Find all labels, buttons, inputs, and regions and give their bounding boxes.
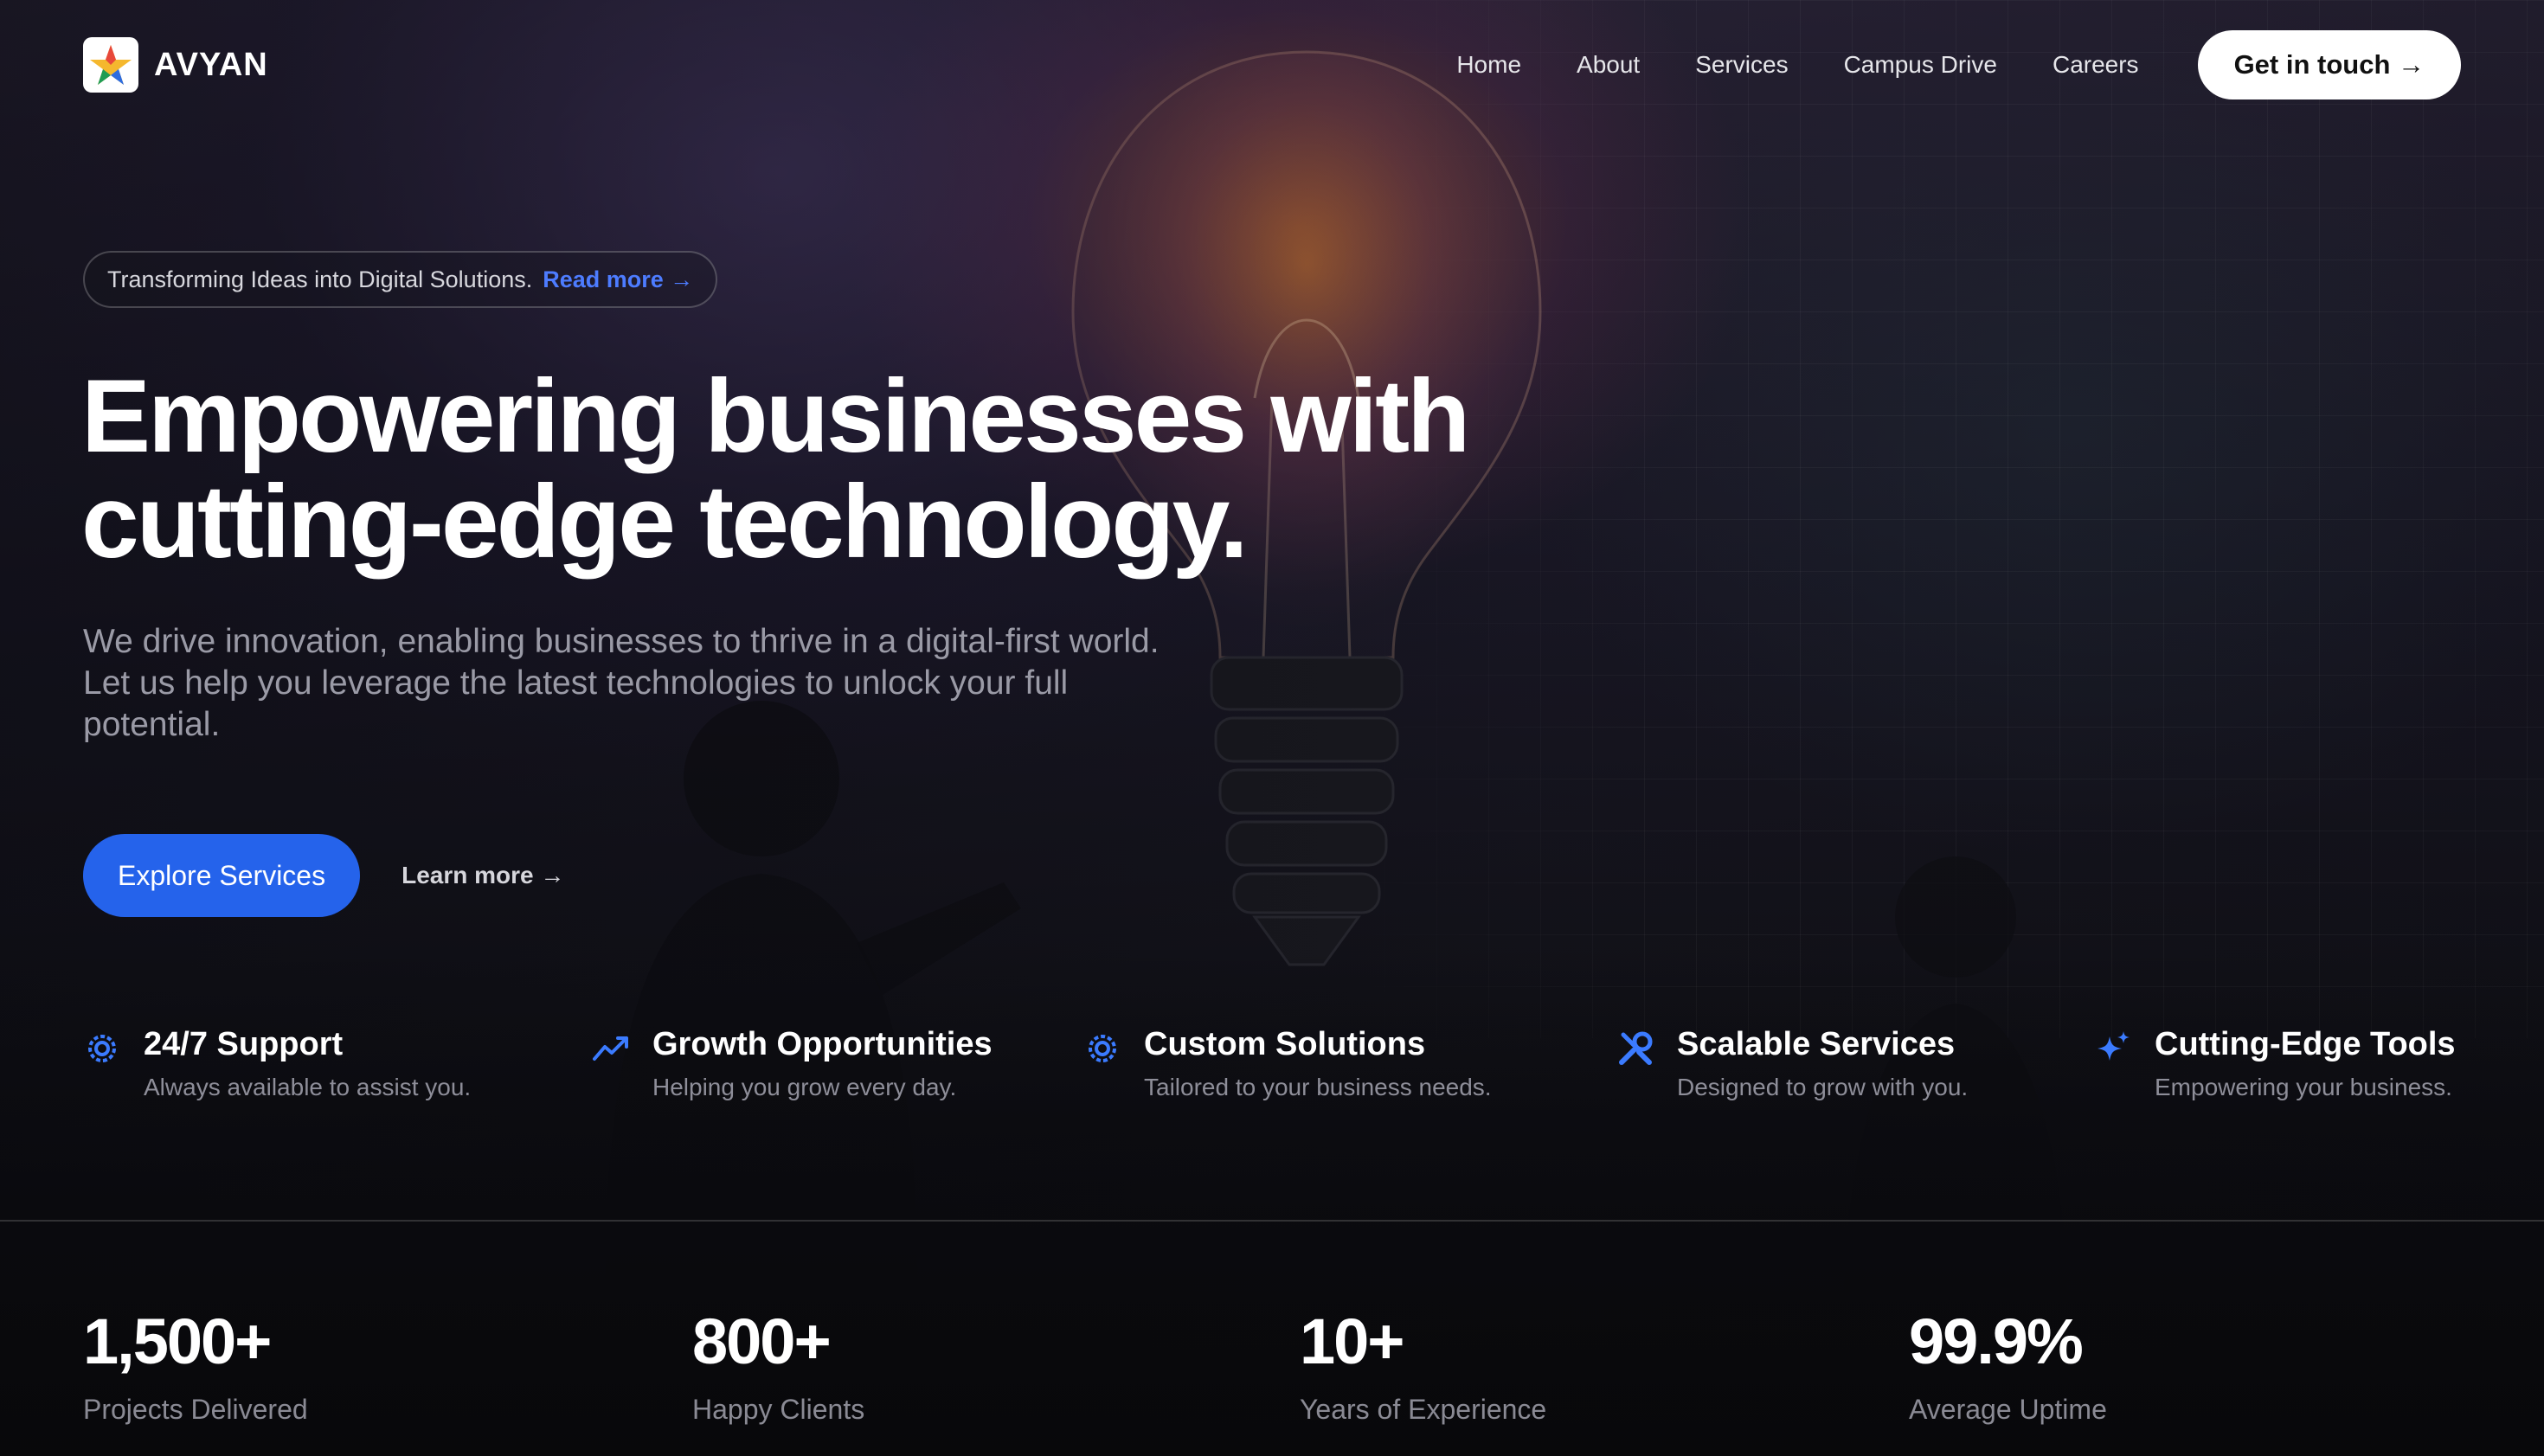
headline-line-1: Empowering businesses with xyxy=(81,358,1470,474)
explore-services-button[interactable]: Explore Services xyxy=(83,834,361,917)
feature-title: Custom Solutions xyxy=(1144,1026,1426,1062)
feature-desc: Tailored to your business needs. xyxy=(1144,1074,1492,1100)
brand[interactable]: AVYAN xyxy=(83,37,268,93)
feature-item: 24/7 Support Always available to assist … xyxy=(83,1026,471,1101)
site-header: AVYAN Home About Services Campus Drive C… xyxy=(0,0,2544,130)
headline-line-2: cutting-edge technology. xyxy=(81,464,1249,580)
stat-label: Projects Delivered xyxy=(83,1394,308,1425)
stat-item: 99.9% Average Uptime xyxy=(1909,1305,2107,1426)
stat-value: 800+ xyxy=(692,1305,832,1377)
feature-desc: Empowering your business. xyxy=(2155,1074,2452,1100)
subtext-line-3: potential. xyxy=(83,706,221,743)
stat-value: 99.9% xyxy=(1909,1305,2084,1377)
stat-label: Happy Clients xyxy=(692,1394,865,1425)
feature-title: 24/7 Support xyxy=(144,1026,344,1062)
feature-desc: Designed to grow with you. xyxy=(1677,1074,1969,1100)
feature-item: Scalable Services Designed to grow with … xyxy=(1616,1026,1968,1101)
wrench-icon xyxy=(1619,1031,1653,1065)
features-row: 24/7 Support Always available to assist … xyxy=(0,1026,2544,1130)
feature-item: Growth Opportunities Helping you grow ev… xyxy=(592,1026,993,1101)
main-nav: Home About Services Campus Drive Careers… xyxy=(1456,30,2461,99)
feature-title: Cutting-Edge Tools xyxy=(2155,1026,2456,1062)
subtext-line-1: We drive innovation, enabling businesses… xyxy=(83,623,1160,660)
stat-item: 800+ Happy Clients xyxy=(692,1305,864,1426)
stat-label: Years of Experience xyxy=(1300,1394,1547,1425)
feature-desc: Always available to assist you. xyxy=(144,1074,472,1100)
stat-value: 1,500+ xyxy=(83,1305,272,1377)
sparkles-icon xyxy=(2098,1031,2130,1061)
trend-up-icon xyxy=(593,1036,628,1061)
hero-subtext: We drive innovation, enabling businesses… xyxy=(83,621,1243,746)
nav-item-services[interactable]: Services xyxy=(1695,51,1788,79)
feature-title: Growth Opportunities xyxy=(652,1026,993,1062)
feature-title: Scalable Services xyxy=(1677,1026,1956,1062)
stat-label: Average Uptime xyxy=(1909,1394,2107,1425)
stat-item: 1,500+ Projects Delivered xyxy=(83,1305,308,1426)
nav-item-about[interactable]: About xyxy=(1577,51,1640,79)
nav-item-careers[interactable]: Careers xyxy=(2053,51,2139,79)
feature-item: Custom Solutions Tailored to your busine… xyxy=(1083,1026,1492,1101)
nav-item-campus-drive[interactable]: Campus Drive xyxy=(1844,51,1997,79)
read-more-link[interactable]: Read more → xyxy=(543,266,693,293)
stat-item: 10+ Years of Experience xyxy=(1300,1305,1546,1426)
hero-actions: Explore Services Learn more → xyxy=(83,834,564,917)
feature-desc: Helping you grow every day. xyxy=(652,1074,957,1100)
gear-icon xyxy=(1089,1035,1116,1062)
learn-more-link[interactable]: Learn more → xyxy=(402,862,564,889)
feature-item: Cutting-Edge Tools Empowering your busin… xyxy=(2094,1026,2456,1101)
star-logo-icon xyxy=(83,37,138,93)
hero-headline: Empowering businesses with cutting-edge … xyxy=(81,363,1552,574)
announcement-text: Transforming Ideas into Digital Solution… xyxy=(107,266,533,292)
get-in-touch-button[interactable]: Get in touch → xyxy=(2197,30,2461,99)
subtext-line-2: Let us help you leverage the latest tech… xyxy=(83,664,1069,702)
brand-name: AVYAN xyxy=(154,46,268,83)
nav-item-home[interactable]: Home xyxy=(1456,51,1521,79)
stat-value: 10+ xyxy=(1300,1305,1405,1377)
gear-icon xyxy=(88,1035,116,1062)
section-divider xyxy=(0,1220,2544,1222)
announcement-pill: Transforming Ideas into Digital Solution… xyxy=(83,251,718,308)
